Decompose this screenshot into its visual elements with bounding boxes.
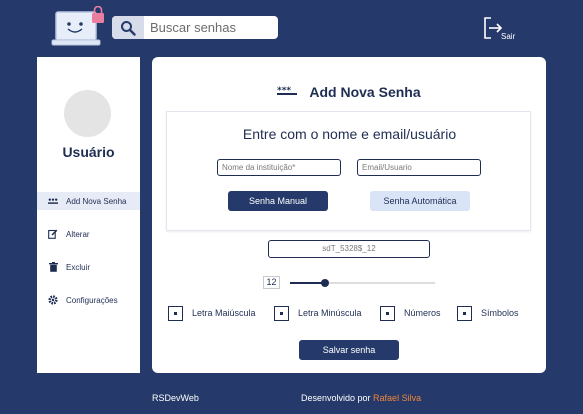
- option-lowercase[interactable]: Letra Minúscula: [274, 305, 362, 321]
- option-uppercase[interactable]: Letra Maiúscula: [168, 305, 256, 321]
- logout-button[interactable]: Sair: [482, 16, 522, 42]
- sidebar-item-label: Alterar: [66, 229, 90, 239]
- sidebar-item-settings[interactable]: Configurações: [37, 291, 140, 309]
- option-label: Símbolos: [481, 308, 519, 318]
- sidebar-item-edit[interactable]: Alterar: [37, 225, 140, 243]
- footer-author-link[interactable]: Rafael Silva: [373, 393, 421, 403]
- uppercase-checkbox[interactable]: [168, 305, 183, 321]
- length-slider[interactable]: [290, 279, 435, 287]
- page-header: *** Add Nova Senha: [152, 83, 546, 101]
- logout-label: Sair: [501, 32, 516, 41]
- length-slider-fill: [290, 282, 325, 284]
- search-icon[interactable]: [112, 16, 144, 39]
- username: Usuário: [62, 144, 115, 160]
- save-password-button[interactable]: Salvar senha: [299, 340, 399, 360]
- option-symbols[interactable]: Símbolos: [457, 305, 519, 321]
- option-label: Letra Maiúscula: [192, 308, 256, 318]
- footer-credit-prefix: Desenvolvido por: [301, 393, 374, 403]
- email-input[interactable]: [357, 159, 481, 176]
- gear-icon: [48, 295, 58, 305]
- password-dots-icon: [48, 197, 58, 205]
- sidebar-item-add-password[interactable]: Add Nova Senha: [37, 192, 140, 210]
- edit-icon: [48, 229, 58, 239]
- length-value: 12: [263, 276, 280, 289]
- trash-icon: [48, 262, 58, 272]
- search-bar: [112, 16, 278, 39]
- auto-password-button[interactable]: Senha Automática: [370, 191, 470, 211]
- sidebar-item-label: Configurações: [66, 295, 118, 305]
- footer-credit: Desenvolvido por Rafael Silva: [301, 393, 421, 403]
- sidebar-item-label: Add Nova Senha: [66, 196, 127, 206]
- avatar: [64, 90, 111, 137]
- sidebar: Usuário Add Nova Senha Alterar Excluir C…: [37, 57, 140, 373]
- search-input[interactable]: [150, 19, 274, 36]
- option-label: Números: [404, 308, 441, 318]
- form-heading: Entre com o nome e email/usuário: [242, 126, 457, 142]
- main-panel: *** Add Nova Senha Entre com o nome e em…: [152, 57, 546, 373]
- institution-input[interactable]: [217, 159, 341, 176]
- lowercase-checkbox[interactable]: [274, 305, 289, 321]
- page-title: Add Nova Senha: [309, 84, 421, 100]
- laptop-lock-icon: [50, 5, 108, 50]
- svg-text:***: ***: [277, 86, 291, 96]
- length-slider-thumb[interactable]: [320, 279, 329, 287]
- sidebar-item-label: Excluir: [66, 262, 91, 272]
- sidebar-item-delete[interactable]: Excluir: [37, 258, 140, 276]
- password-dots-icon: ***: [277, 83, 298, 101]
- footer-brand: RSDevWeb: [152, 393, 199, 403]
- generated-password-field[interactable]: sdT_5328$_12: [268, 240, 430, 258]
- manual-password-button[interactable]: Senha Manual: [228, 191, 328, 211]
- numbers-checkbox[interactable]: [380, 305, 395, 321]
- symbols-checkbox[interactable]: [457, 305, 472, 321]
- option-numbers[interactable]: Números: [380, 305, 441, 321]
- option-label: Letra Minúscula: [298, 308, 362, 318]
- form-card: Entre com o nome e email/usuário Senha M…: [166, 111, 531, 231]
